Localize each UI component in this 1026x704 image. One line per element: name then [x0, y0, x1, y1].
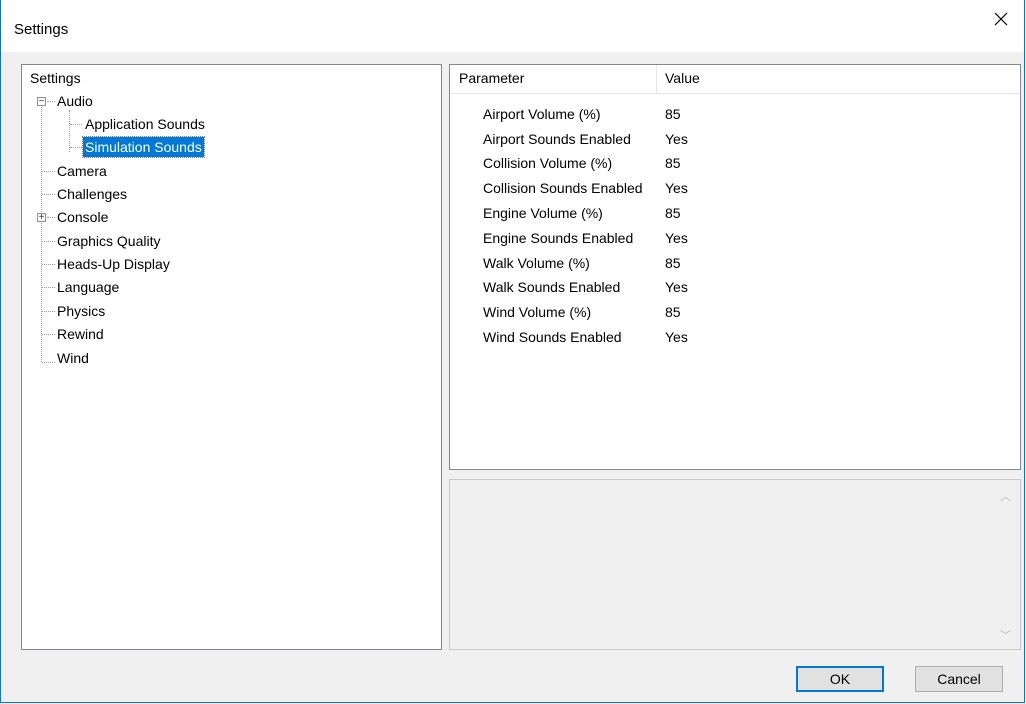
property-value[interactable]: 85 — [665, 201, 681, 226]
property-grid-header: Parameter Value — [450, 65, 1020, 94]
property-value[interactable]: 85 — [665, 151, 681, 176]
tree-item-heads-up-display[interactable]: Heads-Up Display — [55, 254, 172, 274]
description-panel: ︿ ﹀ — [449, 479, 1021, 650]
property-name: Engine Volume (%) — [483, 205, 603, 221]
property-row[interactable]: Wind Volume (%) 85 — [450, 300, 1020, 325]
property-row[interactable]: Collision Sounds Enabled Yes — [450, 176, 1020, 201]
tree-connector — [42, 241, 55, 242]
property-row[interactable]: Collision Volume (%) 85 — [450, 151, 1020, 176]
tree-item-language[interactable]: Language — [55, 277, 121, 297]
property-name: Collision Sounds Enabled — [483, 180, 643, 196]
tree-item-camera[interactable]: Camera — [55, 161, 109, 181]
property-value[interactable]: Yes — [665, 275, 688, 300]
tree-connector — [70, 124, 82, 125]
property-row[interactable]: Engine Volume (%) 85 — [450, 201, 1020, 226]
settings-dialog: Settings Settings − Audio Application So… — [0, 0, 1025, 703]
tree-connector — [42, 362, 55, 363]
tree-item-physics[interactable]: Physics — [55, 301, 107, 321]
tree-item-wind[interactable]: Wind — [55, 348, 91, 368]
property-grid[interactable]: Parameter Value Airport Volume (%) 85 Ai… — [449, 64, 1021, 470]
property-value[interactable]: 85 — [665, 102, 681, 127]
tree-connector — [47, 217, 55, 218]
collapse-audio-icon[interactable]: − — [37, 97, 46, 107]
property-name: Walk Volume (%) — [483, 255, 590, 271]
window-title: Settings — [14, 21, 69, 38]
property-row[interactable]: Walk Volume (%) 85 — [450, 251, 1020, 276]
tree-item-simulation-sounds[interactable]: Simulation Sounds — [82, 136, 205, 158]
expand-console-icon[interactable]: + — [37, 213, 46, 223]
cancel-button[interactable]: Cancel — [915, 666, 1003, 692]
tree-item-challenges[interactable]: Challenges — [55, 184, 129, 204]
tree-item-rewind[interactable]: Rewind — [55, 324, 106, 344]
settings-tree[interactable]: Settings − Audio Application Sounds Simu… — [21, 64, 442, 650]
tree-item-graphics-quality[interactable]: Graphics Quality — [55, 231, 162, 251]
column-divider[interactable] — [656, 65, 657, 93]
title-bar: Settings — [1, 0, 1024, 52]
tree-connector — [42, 334, 55, 335]
tree-connector — [41, 101, 42, 362]
property-name: Airport Volume (%) — [483, 106, 601, 122]
column-header-parameter[interactable]: Parameter — [459, 70, 524, 86]
property-row[interactable]: Wind Sounds Enabled Yes — [450, 325, 1020, 350]
property-value[interactable]: 85 — [665, 300, 681, 325]
property-value[interactable]: Yes — [665, 127, 688, 152]
property-value[interactable]: 85 — [665, 251, 681, 276]
property-row[interactable]: Walk Sounds Enabled Yes — [450, 275, 1020, 300]
tree-connector — [42, 264, 55, 265]
tree-root-label: Settings — [30, 70, 81, 86]
tree-connector — [69, 110, 70, 152]
scroll-up-icon[interactable]: ︿ — [1000, 488, 1012, 503]
property-name: Airport Sounds Enabled — [483, 131, 631, 147]
tree-connector — [42, 171, 55, 172]
close-icon — [994, 12, 1008, 26]
tree-connector — [47, 101, 55, 102]
close-button[interactable] — [978, 0, 1024, 52]
property-name: Engine Sounds Enabled — [483, 230, 634, 246]
tree-item-console[interactable]: Console — [55, 207, 110, 227]
column-header-value[interactable]: Value — [665, 70, 700, 86]
tree-item-audio[interactable]: Audio — [55, 91, 95, 111]
property-name: Collision Volume (%) — [483, 155, 613, 171]
property-value[interactable]: Yes — [665, 176, 688, 201]
scroll-down-icon[interactable]: ﹀ — [1000, 627, 1012, 642]
tree-item-application-sounds[interactable]: Application Sounds — [83, 114, 207, 134]
tree-connector — [42, 287, 55, 288]
tree-connector — [42, 311, 55, 312]
property-value[interactable]: Yes — [665, 226, 688, 251]
property-row[interactable]: Airport Volume (%) 85 — [450, 102, 1020, 127]
property-name: Wind Sounds Enabled — [483, 329, 622, 345]
property-row[interactable]: Airport Sounds Enabled Yes — [450, 127, 1020, 152]
property-name: Wind Volume (%) — [483, 304, 592, 320]
property-row[interactable]: Engine Sounds Enabled Yes — [450, 226, 1020, 251]
ok-button[interactable]: OK — [796, 666, 884, 692]
tree-connector — [42, 194, 55, 195]
property-value[interactable]: Yes — [665, 325, 688, 350]
property-name: Walk Sounds Enabled — [483, 279, 621, 295]
tree-connector — [70, 147, 82, 148]
